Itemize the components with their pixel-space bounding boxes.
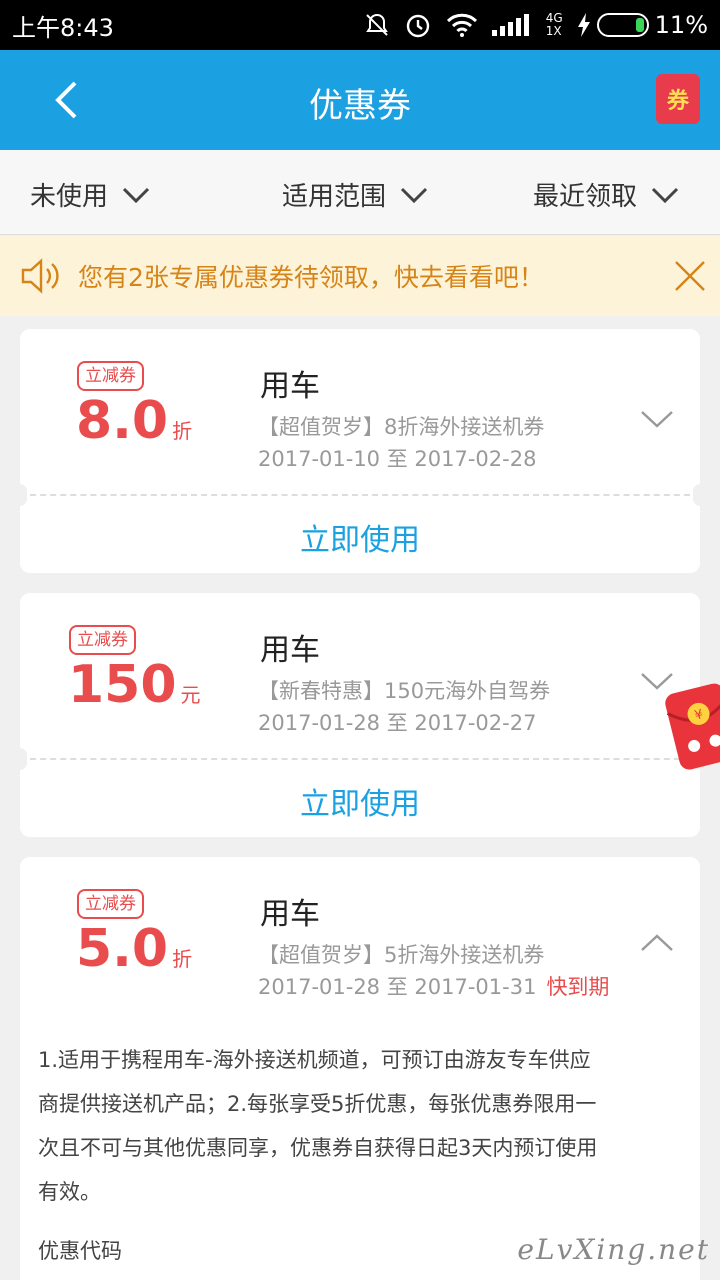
coupon-icon: 券 [666,89,689,114]
coupon-category: 用车 [260,897,320,932]
details-line: 有效。 [38,1180,101,1204]
page-title: 优惠券 [309,86,411,126]
details-line: 1.适用于携程用车-海外接送机频道，可预订由游友专车供应 [38,1048,591,1072]
alarm-icon [406,14,429,38]
chevron-up-icon[interactable] [640,933,674,953]
status-bar: 上午8:43 4G 1X 11% [0,0,720,50]
expiring-badge: 快到期 [546,975,610,999]
use-now-button[interactable]: 立即使用 [20,515,700,559]
wifi-icon [446,13,477,37]
notifications-off-icon [365,13,388,36]
coupon-category: 用车 [260,369,320,404]
coupon-amount-value: 150 [68,655,177,715]
coupon-details: 1.适用于携程用车-海外接送机频道，可预订由游友专车供应 商提供接送机产品；2.… [38,1038,678,1214]
coupon-date-range: 2017-01-28 至 2017-02-27 [258,711,537,735]
nav-bar: 优惠券 券 [0,50,720,150]
details-line: 次且不可与其他优惠同享，优惠券自获得日起3天内预订使用 [38,1136,598,1160]
filter-label: 未使用 [30,182,109,212]
filter-label: 最近领取 [533,182,638,212]
status-icons: 4G 1X 11% [364,11,708,39]
sim-label: 1X [545,24,562,38]
card-notch [693,484,707,506]
card-divider [20,494,700,496]
red-envelope-icon[interactable]: ¥ [660,668,720,786]
coupon-amount-value: 5.0 [76,919,169,979]
use-now-button[interactable]: 立即使用 [20,779,700,823]
notice-banner[interactable]: 您有2张专属优惠券待领取，快去看看吧！ [0,236,720,316]
coupon-amount: 5.0 折 [76,921,192,987]
coupon-amount: 150 元 [68,657,201,723]
coupon-amount-unit: 元 [180,683,201,707]
battery-percent: 11% [654,11,708,39]
coupon-date-range: 2017-01-10 至 2017-02-28 [258,447,537,471]
coupon-description: 【新春特惠】150元海外自驾券 [258,679,551,703]
notice-text: 您有2张专属优惠券待领取，快去看看吧！ [78,263,544,292]
speaker-icon [21,258,59,294]
coupon-category: 用车 [260,633,320,668]
filter-scope[interactable]: 适用范围 [282,176,428,213]
coupon-amount-value: 8.0 [76,391,169,451]
coupon-tag: 立减券 [77,361,144,391]
coupon-card[interactable]: 立减券 8.0 折 用车 【超值贺岁】8折海外接送机券 2017-01-10 至 … [13,329,707,573]
watermark: eLvXing.net [517,1233,710,1266]
filter-label: 适用范围 [282,182,387,212]
coupon-card[interactable]: 立减券 5.0 折 用车 【超值贺岁】5折海外接送机券 2017-01-28 至 … [20,857,700,1280]
chevron-down-icon [122,187,150,203]
charging-icon [577,13,590,37]
card-notch [13,484,27,506]
filter-sort[interactable]: 最近领取 [533,176,679,213]
coupon-amount-unit: 折 [172,419,193,443]
coupon-description: 【超值贺岁】5折海外接送机券 [258,943,545,967]
coupon-tag: 立减券 [69,625,136,655]
coupon-card[interactable]: 立减券 150 元 用车 【新春特惠】150元海外自驾券 2017-01-28 至… [13,593,707,837]
chevron-down-icon [400,187,428,203]
coupon-amount-unit: 折 [172,947,193,971]
details-line: 商提供接送机产品；2.每张享受5折优惠，每张优惠券限用一 [38,1092,597,1116]
signal-icon [491,14,529,36]
card-notch [13,748,27,770]
filter-bar: 未使用 适用范围 最近领取 [0,150,720,235]
chevron-down-icon [651,187,679,203]
battery-icon [596,13,649,37]
battery: 11% [577,11,708,39]
promo-code-label: 优惠代码 [38,1239,122,1263]
coupon-date-range: 2017-01-28 至 2017-01-31 [258,975,537,999]
chevron-down-icon[interactable] [640,409,674,429]
coupon-description: 【超值贺岁】8折海外接送机券 [258,415,545,439]
close-icon[interactable] [670,256,710,296]
coupon-center-button[interactable]: 券 [656,74,700,124]
status-time: 上午8:43 [12,13,114,42]
card-divider [20,758,700,760]
coupon-date-row: 2017-01-28 至 2017-01-31 快到期 [258,971,609,1001]
coupon-tag: 立减券 [77,889,144,919]
filter-status[interactable]: 未使用 [30,176,150,213]
coupon-amount: 8.0 折 [76,393,192,459]
